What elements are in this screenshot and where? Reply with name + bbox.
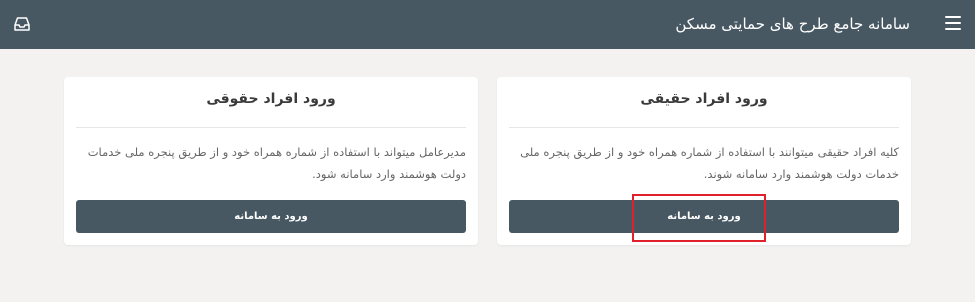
app-title: سامانه جامع طرح های حمایتی مسکن: [675, 15, 910, 33]
top-header-bar: سامانه جامع طرح های حمایتی مسکن: [0, 0, 975, 49]
card-divider: [509, 127, 899, 128]
card-title: ورود افراد حقوقی: [206, 91, 336, 107]
legal-persons-login-button[interactable]: ورود به سامانه: [76, 200, 466, 233]
legal-persons-login-card: ورود افراد حقوقی مدیرعامل میتواند با است…: [64, 77, 478, 245]
inbox-icon[interactable]: [12, 14, 32, 34]
card-title: ورود افراد حقیقی: [640, 91, 768, 107]
hamburger-menu-icon[interactable]: [945, 16, 961, 30]
highlight-annotation-box: [632, 194, 766, 242]
card-description: مدیرعامل میتواند با استفاده از شماره همر…: [87, 145, 466, 181]
card-divider: [76, 127, 466, 128]
card-description: کلیه افراد حقیقی میتوانند با استفاده از …: [520, 145, 899, 181]
